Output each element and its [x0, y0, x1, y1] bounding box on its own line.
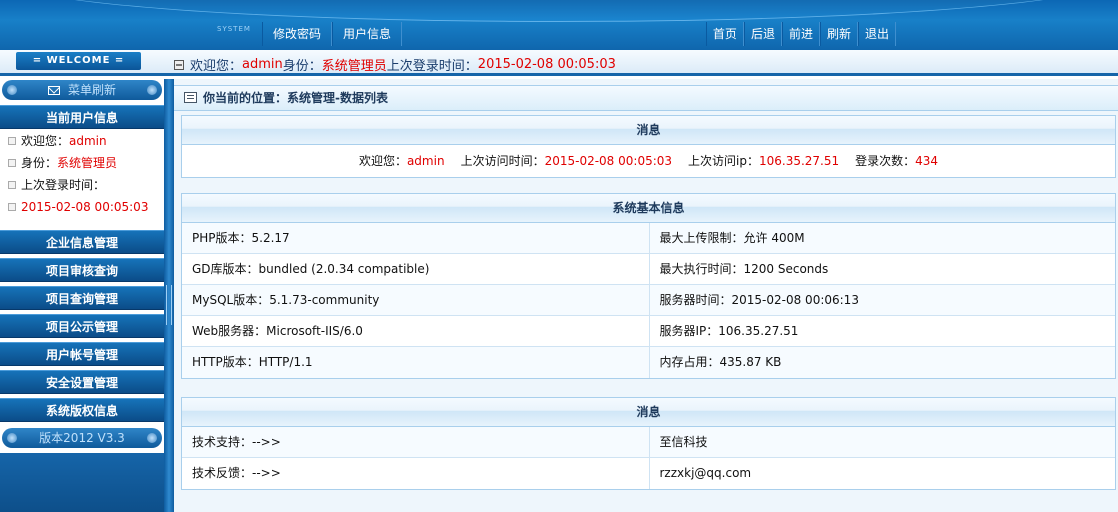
back-link[interactable]: 后退: [743, 22, 782, 46]
user-info-last-login-row: 2015-02-08 00:05:03: [8, 196, 164, 218]
forward-link[interactable]: 前进: [781, 22, 820, 46]
welcome-greeting-label: 欢迎您：: [190, 59, 243, 74]
user-info-last-login-label: 上次登录时间：: [21, 178, 106, 192]
top-nav-left: 修改密码 用户信息: [262, 22, 403, 46]
msg-last-visit-label: 上次访问时间：: [460, 154, 545, 168]
round-bullet-icon: [7, 433, 17, 443]
sidebar-item-security-settings[interactable]: 安全设置管理: [0, 370, 164, 394]
table-row: HTTP版本：HTTP/1.1 内存占用：435.87 KB: [182, 347, 1115, 378]
user-info-link[interactable]: 用户信息: [332, 22, 403, 46]
version-label: 版本2012 V3.3: [39, 431, 125, 445]
main-content: 你当前的位置：系统管理-数据列表 消息 欢迎您：admin 上次访问时间：2015…: [174, 79, 1118, 512]
sysinfo-cell: GD库版本：bundled (2.0.34 compatible): [192, 262, 430, 276]
welcome-line: 欢迎您： admin 身份： 系统管理员 上次登录时间： 2015-02-08 …: [174, 55, 616, 74]
support-email[interactable]: rzzxkj@qq.com: [648, 458, 1116, 489]
welcome-badge: = WELCOME =: [16, 52, 141, 70]
msg-login-count: 434: [915, 154, 939, 168]
message-row: 欢迎您：admin 上次访问时间：2015-02-08 00:05:03 上次访问i…: [182, 145, 1115, 177]
msg-last-ip: 106.35.27.51: [758, 154, 840, 168]
user-info-welcome-label: 欢迎您：: [21, 134, 70, 148]
round-bullet-icon: [147, 85, 157, 95]
system-label: SYSTEM: [217, 25, 251, 33]
printer-icon: [174, 59, 184, 70]
header-arc-decoration: [0, 0, 1118, 22]
top-header: SYSTEM 修改密码 用户信息 首页 后退 前进 刷新 退出: [0, 0, 1118, 50]
sysinfo-cell: 服务器IP：106.35.27.51: [648, 316, 1116, 346]
sidebar-item-enterprise-info[interactable]: 企业信息管理: [0, 230, 164, 254]
top-nav-right: 首页 后退 前进 刷新 退出: [705, 22, 896, 46]
version-bar: 版本2012 V3.3: [2, 428, 162, 448]
home-link[interactable]: 首页: [705, 22, 744, 46]
sysinfo-cell: Web服务器：Microsoft-IIS/6.0: [192, 324, 363, 338]
welcome-role: 系统管理员: [321, 59, 387, 74]
list-icon: [184, 92, 197, 103]
current-user-info: 欢迎您：admin 身份：系统管理员 上次登录时间： 2015-02-08 00…: [0, 130, 164, 218]
sidebar: 菜单刷新 当前用户信息 欢迎您：admin 身份：系统管理员 上次登录时间： 2…: [0, 79, 164, 512]
sidebar-splitter[interactable]: [164, 79, 174, 512]
bullet-icon: [8, 159, 16, 167]
welcome-username: admin: [242, 57, 283, 72]
sidebar-item-project-publicity[interactable]: 项目公示管理: [0, 314, 164, 338]
support-cell: 技术支持：-->>: [192, 435, 281, 449]
sysinfo-cell: 最大执行时间：1200 Seconds: [648, 254, 1116, 284]
message-panel-title: 消息: [182, 116, 1115, 145]
round-bullet-icon: [147, 433, 157, 443]
table-row: GD库版本：bundled (2.0.34 compatible) 最大执行时间…: [182, 254, 1115, 285]
round-bullet-icon: [7, 85, 17, 95]
msg-welcome-label: 欢迎您：: [358, 154, 407, 168]
sidebar-item-project-review[interactable]: 项目审核查询: [0, 258, 164, 282]
sysinfo-cell: MySQL版本：5.1.73-community: [192, 293, 380, 307]
sidebar-item-project-query[interactable]: 项目查询管理: [0, 286, 164, 310]
user-info-role-row: 身份：系统管理员: [8, 152, 164, 174]
mail-icon: [47, 86, 60, 95]
welcome-last-login-label: 上次登录时间：: [386, 59, 478, 74]
user-info-username: admin: [69, 134, 107, 148]
breadcrumb: 你当前的位置：系统管理-数据列表: [174, 85, 1118, 111]
breadcrumb-text: 你当前的位置：系统管理-数据列表: [203, 91, 388, 105]
user-info-last-login: 2015-02-08 00:05:03: [21, 200, 149, 214]
sysinfo-cell: 内存占用：435.87 KB: [648, 347, 1116, 378]
bullet-icon: [8, 181, 16, 189]
sidebar-item-user-accounts[interactable]: 用户帐号管理: [0, 342, 164, 366]
sidebar-current-user-header[interactable]: 当前用户信息: [0, 105, 164, 129]
change-password-link[interactable]: 修改密码: [262, 22, 333, 46]
sysinfo-cell: PHP版本：5.2.17: [192, 231, 290, 245]
msg-login-count-label: 登录次数：: [855, 154, 916, 168]
menu-refresh-button[interactable]: 菜单刷新: [2, 80, 162, 100]
user-info-welcome-row: 欢迎您：admin: [8, 130, 164, 152]
message-panel: 消息 欢迎您：admin 上次访问时间：2015-02-08 00:05:03 上次…: [181, 115, 1116, 178]
welcome-role-label: 身份：: [282, 59, 322, 74]
user-info-last-login-label-row: 上次登录时间：: [8, 174, 164, 196]
sysinfo-cell: 最大上传限制：允许 400M: [648, 223, 1116, 253]
table-row: Web服务器：Microsoft-IIS/6.0 服务器IP：106.35.27…: [182, 316, 1115, 347]
sidebar-item-copyright-info[interactable]: 系统版权信息: [0, 398, 164, 422]
table-row: MySQL版本：5.1.73-community 服务器时间：2015-02-0…: [182, 285, 1115, 316]
sysinfo-panel: 系统基本信息 PHP版本：5.2.17 最大上传限制：允许 400M GD库版本…: [181, 193, 1116, 379]
user-info-role: 系统管理员: [57, 156, 118, 170]
msg-username: admin: [406, 154, 445, 168]
bullet-icon: [8, 203, 16, 211]
bullet-icon: [8, 137, 16, 145]
welcome-strip: = WELCOME = 欢迎您： admin 身份： 系统管理员 上次登录时间：…: [0, 50, 1118, 76]
sysinfo-cell: HTTP版本：HTTP/1.1: [192, 355, 313, 369]
logout-link[interactable]: 退出: [857, 22, 896, 46]
sysinfo-panel-title: 系统基本信息: [182, 194, 1115, 223]
sysinfo-cell: 服务器时间：2015-02-08 00:06:13: [648, 285, 1116, 315]
support-panel: 消息 技术支持：-->> 至信科技 技术反馈：-->> rzzxkj@qq.co…: [181, 397, 1116, 490]
msg-last-ip-label: 上次访问ip：: [688, 154, 759, 168]
msg-last-visit: 2015-02-08 00:05:03: [544, 154, 673, 168]
support-cell: 技术反馈：-->>: [192, 466, 281, 480]
table-row: PHP版本：5.2.17 最大上传限制：允许 400M: [182, 223, 1115, 254]
welcome-last-login: 2015-02-08 00:05:03: [477, 57, 616, 72]
table-row: 技术支持：-->> 至信科技: [182, 427, 1115, 458]
user-info-role-label: 身份：: [21, 156, 58, 170]
splitter-grip-icon[interactable]: [166, 285, 172, 325]
sidebar-bottom-fill: [0, 453, 164, 512]
refresh-link[interactable]: 刷新: [819, 22, 858, 46]
menu-refresh-label: 菜单刷新: [67, 83, 116, 97]
support-cell: 至信科技: [648, 427, 1116, 457]
support-panel-title: 消息: [182, 398, 1115, 427]
table-row: 技术反馈：-->> rzzxkj@qq.com: [182, 458, 1115, 489]
